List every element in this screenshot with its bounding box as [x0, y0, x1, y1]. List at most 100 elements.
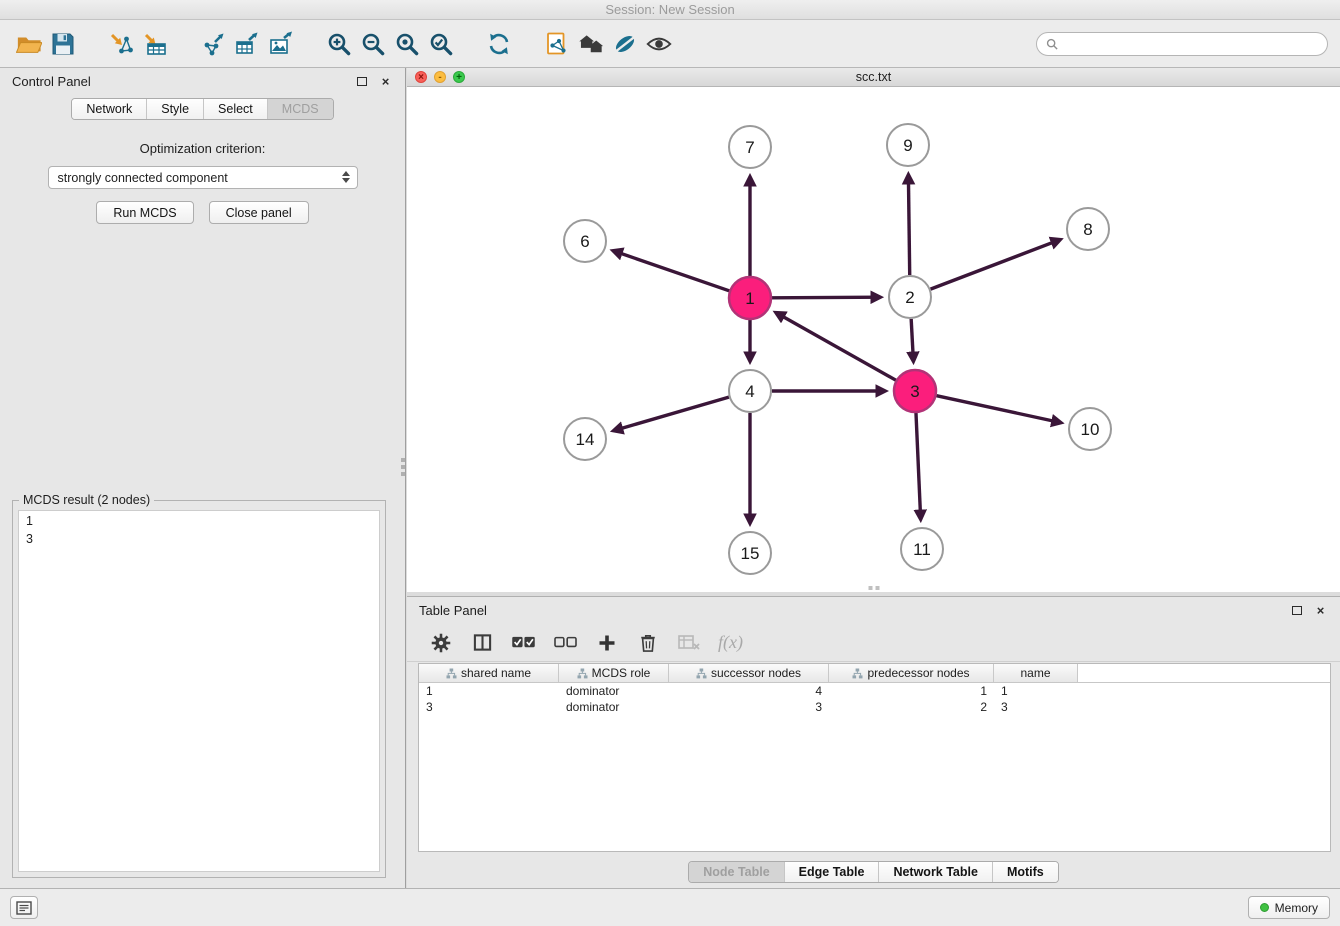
- cell-mcds-role[interactable]: dominator: [559, 700, 669, 714]
- graph-node-2[interactable]: 2: [889, 276, 931, 318]
- optimization-criterion-select[interactable]: strongly connected component: [48, 166, 358, 189]
- save-session-button[interactable]: [46, 27, 80, 61]
- checked-boxes-icon: [511, 635, 536, 650]
- graph-node-7[interactable]: 7: [729, 126, 771, 168]
- import-network-button[interactable]: [104, 27, 138, 61]
- graph-edge-3-10[interactable]: [936, 396, 1060, 423]
- tab-network[interactable]: Network: [72, 99, 147, 119]
- table-row[interactable]: 1 dominator 4 1 1: [419, 683, 1330, 699]
- tab-style[interactable]: Style: [147, 99, 204, 119]
- memory-button[interactable]: Memory: [1248, 896, 1330, 919]
- graph-node-10[interactable]: 10: [1069, 408, 1111, 450]
- tab-mcds[interactable]: MCDS: [268, 99, 333, 119]
- cell-shared-name[interactable]: 1: [419, 684, 559, 698]
- tab-node-table[interactable]: Node Table: [689, 862, 784, 882]
- column-header-name[interactable]: name: [994, 664, 1078, 682]
- cell-name[interactable]: 3: [994, 700, 1078, 714]
- deselect-all-button[interactable]: [553, 630, 578, 656]
- graph-node-6[interactable]: 6: [564, 220, 606, 262]
- brush-icon: [612, 31, 638, 57]
- graph-node-1[interactable]: 1: [729, 277, 771, 319]
- float-table-panel-icon[interactable]: [1289, 603, 1304, 618]
- column-header-mcds-role[interactable]: MCDS role: [559, 664, 669, 682]
- first-neighbors-button[interactable]: [574, 27, 608, 61]
- float-glyph: [1292, 606, 1302, 615]
- graph-node-11[interactable]: 11: [901, 528, 943, 570]
- zoom-selected-icon: [428, 31, 454, 57]
- floppy-icon: [50, 31, 76, 57]
- tab-motifs[interactable]: Motifs: [993, 862, 1058, 882]
- panel-splitter-handle[interactable]: [399, 458, 406, 476]
- mcds-result-list[interactable]: 1 3: [18, 510, 380, 872]
- import-table-button[interactable]: [138, 27, 172, 61]
- function-builder-button[interactable]: f(x): [718, 630, 743, 656]
- graph-edge-4-14[interactable]: [614, 397, 729, 430]
- add-column-button[interactable]: [595, 630, 619, 656]
- graph-node-8[interactable]: 8: [1067, 208, 1109, 250]
- select-all-button[interactable]: [511, 630, 536, 656]
- open-session-button[interactable]: [12, 27, 46, 61]
- delete-column-button[interactable]: [636, 630, 660, 656]
- search-input[interactable]: [1063, 37, 1318, 51]
- zoom-fit-button[interactable]: [390, 27, 424, 61]
- cell-successor-nodes[interactable]: 3: [669, 700, 829, 714]
- close-table-panel-icon[interactable]: ×: [1313, 603, 1328, 618]
- search-box[interactable]: [1036, 32, 1328, 56]
- zoom-in-button[interactable]: [322, 27, 356, 61]
- tab-edge-table[interactable]: Edge Table: [785, 862, 880, 882]
- export-image-icon: [268, 31, 294, 57]
- column-header-successor-nodes[interactable]: successor nodes: [669, 664, 829, 682]
- show-columns-button[interactable]: [470, 630, 494, 656]
- network-window: × - + scc.txt 7968124314101511: [407, 68, 1340, 592]
- graph-edge-2-3[interactable]: [911, 319, 913, 361]
- mcds-button-row: Run MCDS Close panel: [0, 201, 405, 224]
- network-canvas[interactable]: 7 9 6 8 1 2 4 3 14 10 15 11: [407, 87, 1340, 591]
- graph-node-15[interactable]: 15: [729, 532, 771, 574]
- graph-edge-2-9[interactable]: [908, 175, 909, 275]
- graph-node-3[interactable]: 3: [894, 370, 936, 412]
- new-network-from-selection-button[interactable]: [540, 27, 574, 61]
- close-panel-icon[interactable]: ×: [378, 74, 393, 89]
- export-table-button[interactable]: [230, 27, 264, 61]
- column-header-predecessor-nodes[interactable]: predecessor nodes: [829, 664, 994, 682]
- export-network-button[interactable]: [196, 27, 230, 61]
- graph-edge-1-2[interactable]: [772, 297, 880, 298]
- cell-successor-nodes[interactable]: 4: [669, 684, 829, 698]
- tab-select[interactable]: Select: [204, 99, 268, 119]
- close-panel-button[interactable]: Close panel: [209, 201, 309, 224]
- apply-layout-button[interactable]: [482, 27, 516, 61]
- graph-node-9[interactable]: 9: [887, 124, 929, 166]
- graph-edge-3-1[interactable]: [776, 313, 896, 380]
- table-settings-button[interactable]: [429, 630, 453, 656]
- run-mcds-button[interactable]: Run MCDS: [96, 201, 193, 224]
- mcds-result-item[interactable]: 3: [26, 531, 372, 549]
- tab-network-table[interactable]: Network Table: [879, 862, 993, 882]
- table-row[interactable]: 3 dominator 3 2 3: [419, 699, 1330, 715]
- visual-style-button[interactable]: [608, 27, 642, 61]
- graph-node-14[interactable]: 14: [564, 418, 606, 460]
- columns-icon: [473, 633, 492, 652]
- show-graphics-details-button[interactable]: [642, 27, 676, 61]
- cell-mcds-role[interactable]: dominator: [559, 684, 669, 698]
- mcds-result-item[interactable]: 1: [26, 513, 372, 531]
- graph-edge-3-11[interactable]: [916, 413, 921, 519]
- import-table-icon: [142, 31, 168, 57]
- column-header-shared-name[interactable]: shared name: [419, 664, 559, 682]
- graph-node-4[interactable]: 4: [729, 370, 771, 412]
- export-image-button[interactable]: [264, 27, 298, 61]
- delete-table-button[interactable]: [677, 630, 701, 656]
- minimize-window-button[interactable]: -: [434, 71, 446, 83]
- float-panel-icon[interactable]: [354, 74, 369, 89]
- zoom-selected-button[interactable]: [424, 27, 458, 61]
- canvas-resize-handle[interactable]: [868, 586, 879, 590]
- zoom-out-button[interactable]: [356, 27, 390, 61]
- cell-shared-name[interactable]: 3: [419, 700, 559, 714]
- graph-edge-1-6[interactable]: [613, 251, 729, 291]
- graph-edge-2-8[interactable]: [931, 240, 1060, 289]
- close-window-button[interactable]: ×: [415, 71, 427, 83]
- maximize-window-button[interactable]: +: [453, 71, 465, 83]
- cell-name[interactable]: 1: [994, 684, 1078, 698]
- cell-predecessor-nodes[interactable]: 2: [829, 700, 994, 714]
- cell-predecessor-nodes[interactable]: 1: [829, 684, 994, 698]
- task-history-button[interactable]: [10, 896, 38, 919]
